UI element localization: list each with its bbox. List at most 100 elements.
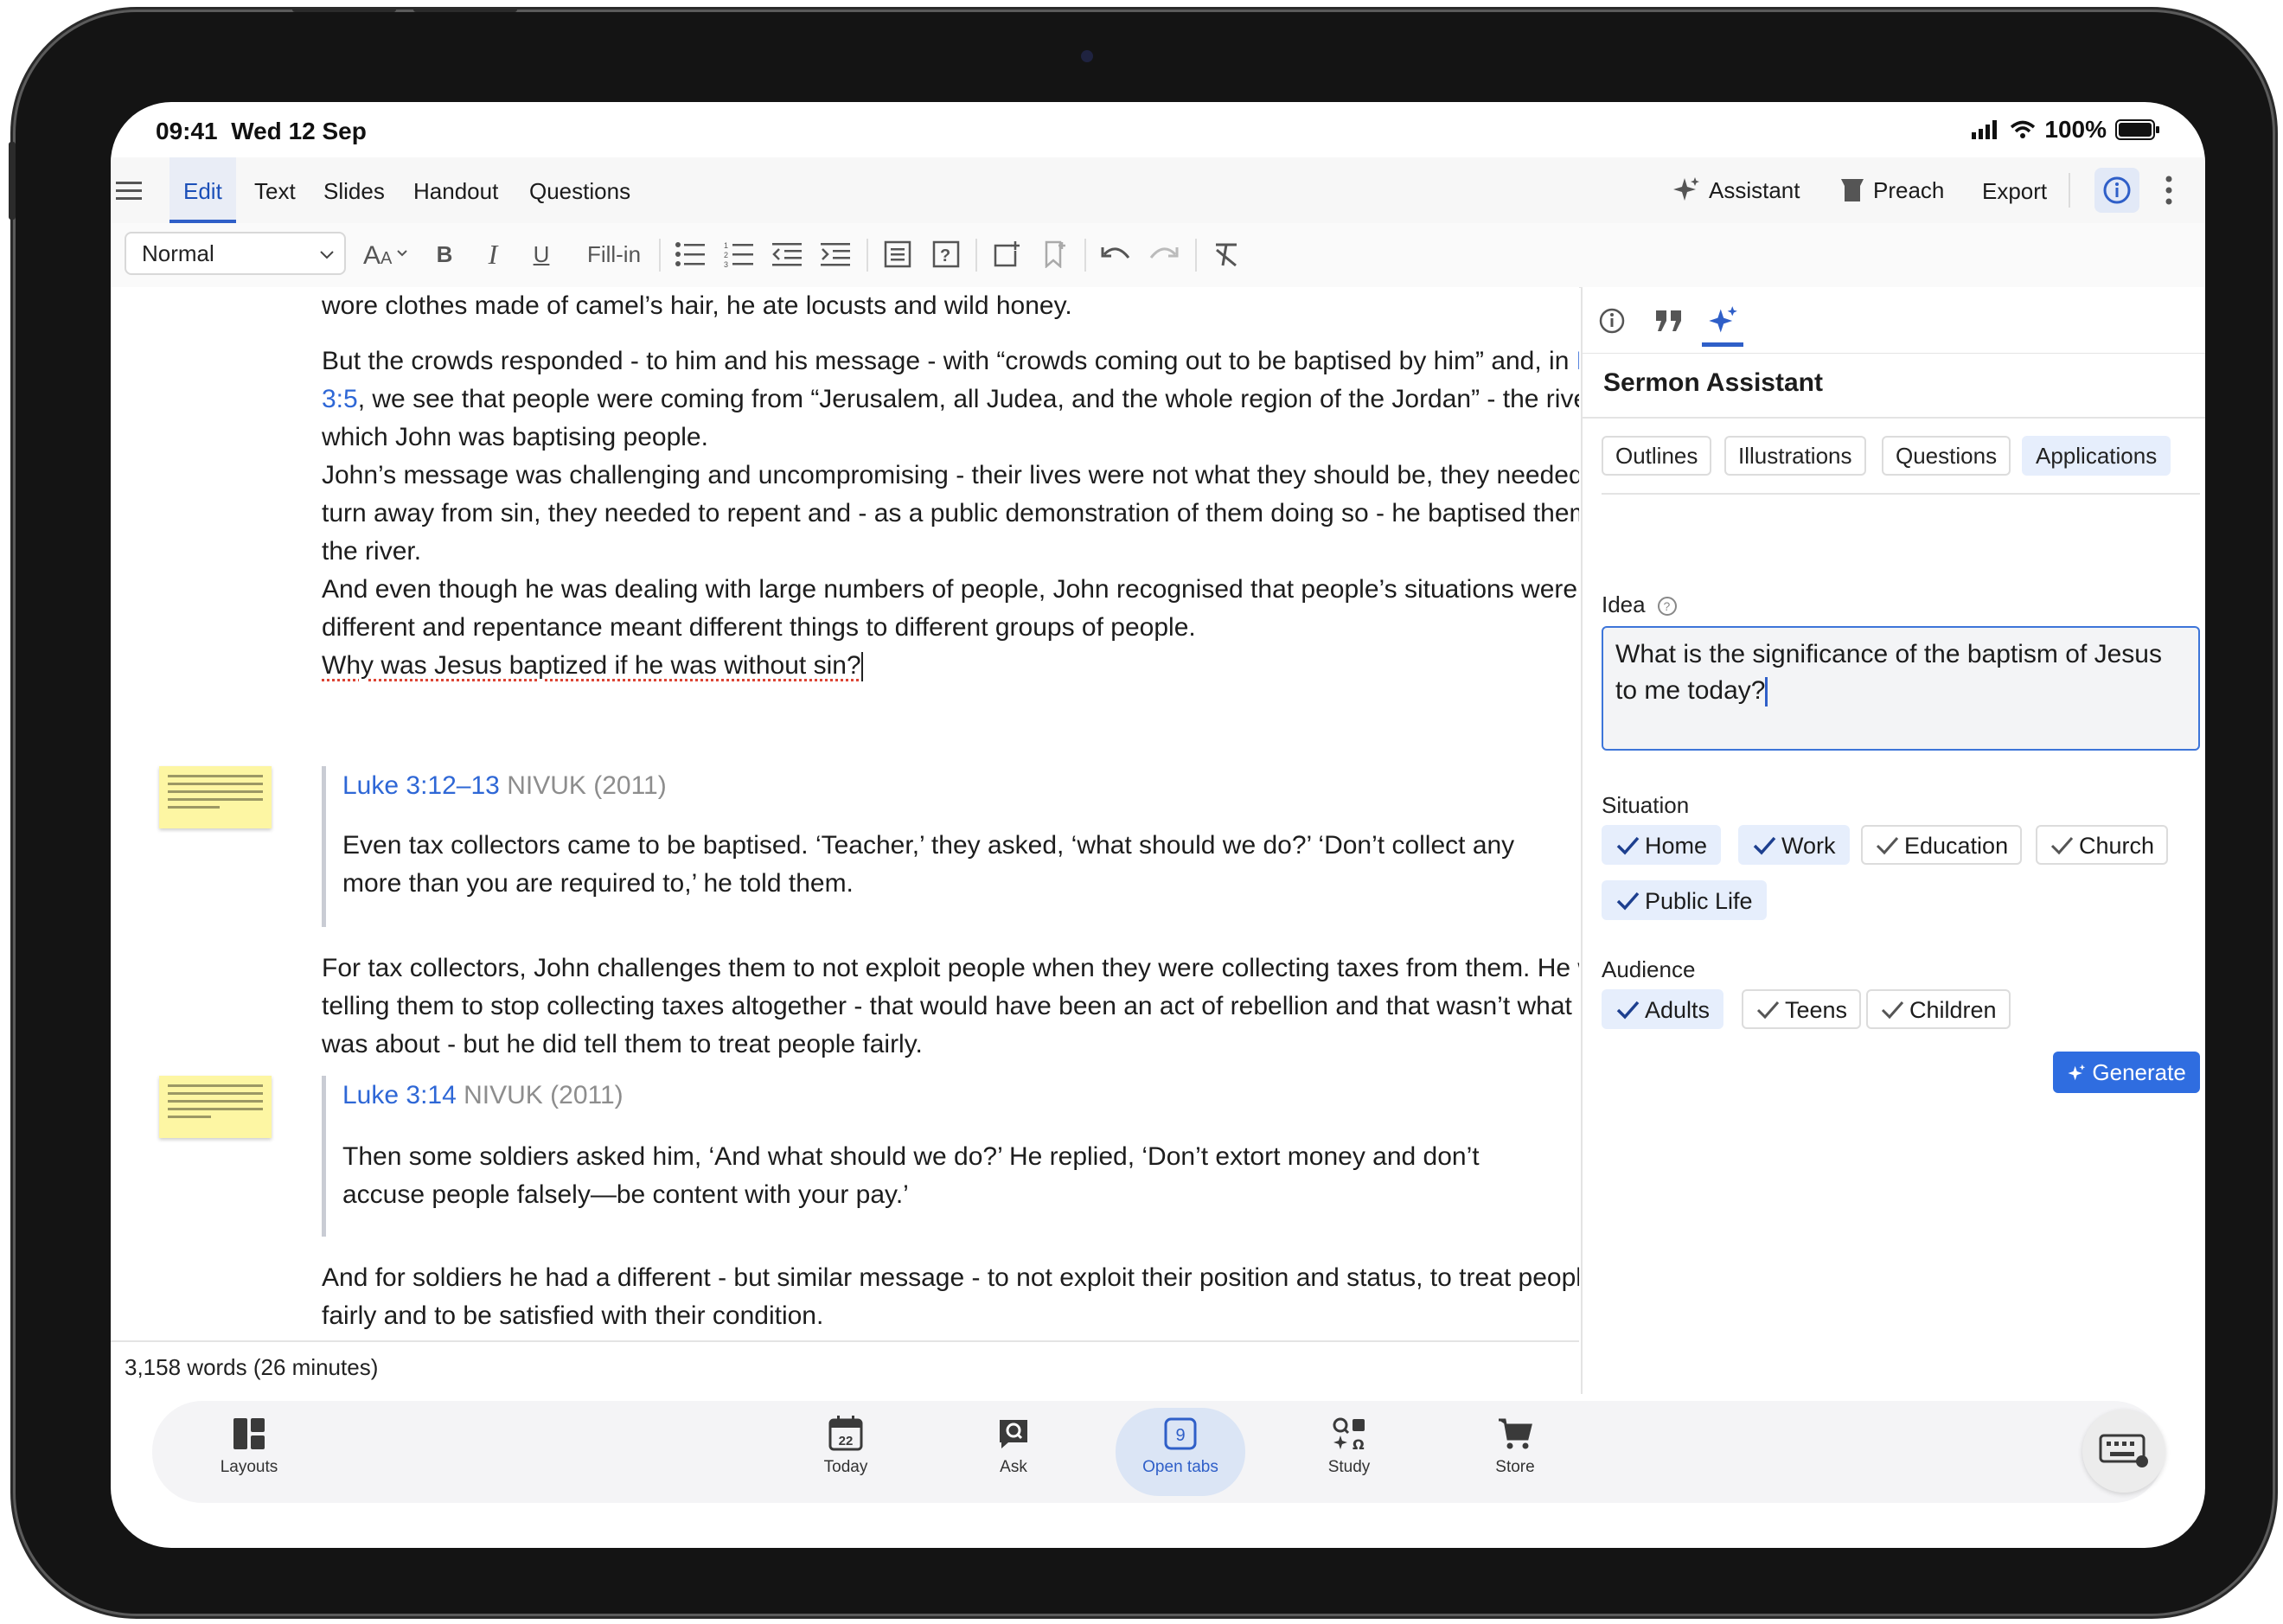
bottom-nav: Layouts 22 Today Ask 9 Open tabs Ω Study…: [152, 1401, 2164, 1503]
clear-formatting-button[interactable]: [1209, 235, 1244, 273]
scripture-reference[interactable]: Luke 3:12–13: [342, 771, 500, 800]
situation-church[interactable]: Church: [2036, 825, 2169, 865]
info-icon: [2103, 176, 2131, 204]
idea-input[interactable]: What is the significance of the baptism …: [1602, 626, 2200, 751]
paragraph: John’s message was challenging and uncom…: [322, 461, 1579, 566]
svg-text:?: ?: [940, 246, 950, 265]
check-icon: [1756, 1001, 1780, 1020]
word-count: 3,158 words (26 minutes): [125, 1354, 379, 1380]
check-icon: [1881, 1001, 1904, 1020]
ask-icon: [1000, 1420, 1027, 1448]
paragraph: And even though he was dealing with larg…: [322, 575, 1578, 642]
fill-in-button[interactable]: Fill-in: [579, 235, 649, 273]
toolbar-divider: [1084, 239, 1086, 272]
tab-edit[interactable]: Edit: [169, 157, 236, 223]
scripture-reference[interactable]: Luke 3:14: [342, 1081, 457, 1109]
paragraph-style-select[interactable]: Normal: [125, 232, 346, 275]
sticky-note[interactable]: [159, 766, 272, 828]
audience-children[interactable]: Children: [1866, 989, 2011, 1029]
paragraph: For tax collectors, John challenges them…: [322, 954, 1579, 1058]
bookmark-button[interactable]: [1038, 235, 1072, 273]
svg-text:9: 9: [1175, 1426, 1185, 1445]
bold-button[interactable]: B: [429, 235, 460, 273]
audience-label: Audience: [1602, 956, 1696, 982]
nav-ask[interactable]: Ask: [962, 1413, 1065, 1477]
nav-today[interactable]: 22 Today: [794, 1413, 898, 1477]
insert-box-button[interactable]: [989, 235, 1024, 273]
clear-format-icon: [1216, 243, 1237, 267]
chip-applications[interactable]: Applications: [2022, 436, 2171, 476]
font-size-button[interactable]: AA: [363, 235, 412, 273]
battery-percent: 100%: [2044, 116, 2107, 143]
audience-teens[interactable]: Teens: [1742, 989, 1862, 1029]
paragraph-current: Why was Jesus baptized if he was without…: [322, 647, 1579, 685]
nav-store[interactable]: Store: [1463, 1413, 1567, 1477]
insert-slide-button[interactable]: [880, 235, 915, 273]
redo-button[interactable]: [1147, 235, 1181, 273]
chevron-down-icon: [320, 251, 334, 259]
numbered-list-button[interactable]: 123: [721, 235, 756, 273]
bible-version: NIVUK (2011): [507, 771, 667, 800]
situation-home[interactable]: Home: [1602, 825, 1722, 865]
generate-label: Generate: [2092, 1059, 2186, 1085]
toolbar-divider: [867, 239, 868, 272]
side-button: [9, 142, 16, 220]
check-icon: [2050, 837, 2074, 855]
panel-tab-info[interactable]: [1591, 299, 1633, 342]
signal-icon: [1972, 120, 1998, 139]
more-menu-button[interactable]: [2164, 175, 2181, 209]
check-icon: [1753, 836, 1776, 855]
situation-education[interactable]: Education: [1861, 825, 2023, 865]
undo-icon: [1101, 247, 1130, 259]
panel-title: Sermon Assistant: [1603, 368, 1823, 397]
tab-questions[interactable]: Questions: [529, 157, 630, 223]
preach-label: Preach: [1873, 177, 1945, 203]
panel-tab-quotes[interactable]: [1648, 299, 1690, 342]
audience-adults[interactable]: Adults: [1602, 989, 1724, 1029]
outdent-button[interactable]: [770, 235, 804, 273]
check-icon: [1616, 1001, 1640, 1020]
quote-bar: [322, 1076, 326, 1237]
indent-button[interactable]: [818, 235, 853, 273]
menu-bar: Edit Text Slides Handout Questions Assis…: [111, 157, 2205, 224]
info-button[interactable]: [2094, 168, 2139, 213]
sticky-note[interactable]: [159, 1076, 272, 1138]
nav-layouts[interactable]: Layouts: [197, 1413, 301, 1477]
hamburger-menu-button[interactable]: [116, 157, 154, 223]
chip-questions[interactable]: Questions: [1882, 436, 2011, 476]
chip-illustrations[interactable]: Illustrations: [1724, 436, 1866, 476]
nav-study[interactable]: Ω Study: [1297, 1413, 1401, 1477]
export-button[interactable]: Export: [1982, 157, 2047, 223]
situation-work[interactable]: Work: [1738, 825, 1850, 865]
tab-slides[interactable]: Slides: [323, 157, 385, 223]
underline-button[interactable]: U: [526, 235, 557, 273]
tab-text[interactable]: Text: [254, 157, 296, 223]
svg-text:22: 22: [839, 1434, 854, 1448]
bullet-list-button[interactable]: [673, 235, 707, 273]
keyboard-toggle-button[interactable]: [2082, 1410, 2165, 1493]
help-icon[interactable]: ?: [1657, 596, 1678, 617]
preach-button[interactable]: Preach: [1840, 157, 1944, 223]
status-bar: 09:41 Wed 12 Sep 100%: [111, 102, 2205, 157]
undo-button[interactable]: [1098, 235, 1133, 273]
quote-bar: [322, 766, 326, 927]
sparkle-icon: [2068, 1064, 2086, 1081]
status-time: 09:41 Wed 12 Sep: [156, 118, 367, 144]
cart-icon: [1499, 1418, 1532, 1449]
panel-tab-assistant[interactable]: [1702, 299, 1743, 347]
italic-button[interactable]: I: [477, 235, 508, 273]
generate-button[interactable]: Generate: [2053, 1052, 2200, 1093]
assistant-button[interactable]: Assistant: [1672, 157, 1800, 223]
nav-open-tabs[interactable]: 9 Open tabs: [1116, 1408, 1245, 1496]
situation-public-life[interactable]: Public Life: [1602, 880, 1767, 920]
document-editor[interactable]: wore clothes made of camel’s hair, he at…: [111, 287, 1579, 1340]
scripture-quote-header: Luke 3:12–13 NIVUK (2011): [342, 771, 667, 801]
italic-icon: I: [488, 238, 498, 270]
sparkle-icon: [1709, 306, 1737, 333]
tab-handout[interactable]: Handout: [413, 157, 498, 223]
chip-outlines[interactable]: Outlines: [1602, 436, 1712, 476]
insert-question-button[interactable]: ?: [929, 235, 963, 273]
sparkle-icon: [1673, 177, 1699, 201]
underline-icon: U: [533, 240, 550, 267]
svg-text:A: A: [380, 249, 393, 268]
